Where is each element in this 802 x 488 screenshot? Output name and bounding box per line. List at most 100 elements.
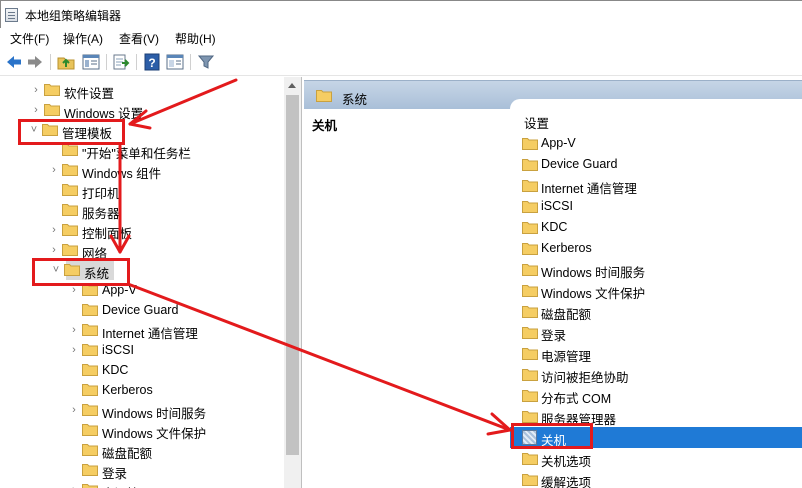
scrollbar-thumb[interactable] (286, 95, 299, 455)
tree-scrollbar[interactable] (284, 77, 301, 488)
tree-item[interactable]: › Windows 时间服务 (0, 400, 284, 421)
chevron-right-icon[interactable]: › (68, 403, 80, 417)
list-item[interactable]: 电源管理 (510, 343, 802, 364)
folder-icon (522, 222, 538, 234)
menu-view[interactable]: 查看(V) (119, 30, 159, 47)
chevron-right-icon[interactable]: › (68, 283, 80, 297)
list-item-label: 关机 (541, 434, 567, 448)
menu-file[interactable]: 文件(F) (10, 30, 49, 47)
folder-icon (62, 244, 78, 256)
properties-icon[interactable] (166, 53, 184, 71)
chevron-right-icon[interactable]: › (68, 323, 80, 337)
list-item[interactable]: 磁盘配额 (510, 301, 802, 322)
filter-icon[interactable] (197, 53, 215, 71)
tree-item[interactable]: 服务器 (0, 200, 284, 221)
tree-item[interactable]: Windows 文件保护 (0, 420, 284, 441)
list-item[interactable]: 服务器管理器 (510, 406, 802, 427)
list-item[interactable]: Internet 通信管理 (510, 175, 802, 196)
folder-icon (522, 453, 538, 465)
folder-icon (82, 484, 98, 488)
tree-item[interactable]: ˅ 管理模板 (0, 120, 284, 141)
menu-action[interactable]: 操作(A) (63, 30, 103, 47)
list-item[interactable]: Device Guard (510, 154, 802, 175)
window-title: 本地组策略编辑器 (25, 9, 122, 23)
tree-item-label: 电源管理 (102, 483, 152, 488)
tree-item[interactable]: › Windows 组件 (0, 160, 284, 181)
chevron-right-icon[interactable]: › (30, 103, 42, 117)
chevron-right-icon[interactable]: › (30, 83, 42, 97)
up-folder-icon[interactable] (57, 53, 75, 71)
title-bar: 本地组策略编辑器 (0, 0, 802, 28)
list-item-label: KDC (541, 220, 568, 234)
folder-icon (522, 264, 538, 276)
folder-icon (82, 444, 98, 456)
tree-item[interactable]: › 电源管理 (0, 480, 284, 488)
list-item[interactable]: Windows 文件保护 (510, 280, 802, 301)
list-item-label: 电源管理 (541, 350, 592, 364)
folder-icon (522, 390, 538, 402)
chevron-right-icon[interactable]: › (48, 163, 60, 177)
folder-icon (522, 285, 538, 297)
folder-icon (62, 184, 78, 196)
folder-icon (522, 159, 538, 171)
export-list-icon[interactable] (112, 53, 130, 71)
chevron-right-icon[interactable]: › (68, 483, 80, 488)
policy-setting-icon (522, 430, 537, 445)
folder-icon (522, 411, 538, 423)
tree-item[interactable]: 打印机 (0, 180, 284, 201)
tree-item[interactable]: › 软件设置 (0, 80, 284, 101)
tree-item-label: App-V (102, 283, 137, 297)
chevron-right-icon[interactable]: › (48, 243, 60, 257)
tree-item-label: Kerberos (102, 383, 153, 397)
back-arrow-icon[interactable] (5, 53, 23, 71)
tree-item[interactable]: › Internet 通信管理 (0, 320, 284, 341)
list-item-label: 访问被拒绝协助 (541, 371, 629, 385)
tree-item[interactable]: › 控制面板 (0, 220, 284, 241)
tree-item[interactable]: "开始"菜单和任务栏 (0, 140, 284, 161)
setting-row[interactable]: 关机 (510, 427, 802, 448)
tree-item[interactable]: 登录 (0, 460, 284, 481)
list-item[interactable]: 关机选项 (510, 448, 802, 469)
list-item[interactable]: Kerberos (510, 238, 802, 259)
list-item[interactable]: 登录 (510, 322, 802, 343)
tree-item[interactable]: Device Guard (0, 300, 284, 320)
chevron-down-icon[interactable]: ˅ (28, 123, 40, 137)
list-item-label: 登录 (541, 329, 567, 343)
forward-arrow-icon[interactable] (26, 53, 44, 71)
column-header-setting[interactable]: 设置 (524, 113, 549, 132)
svg-text:?: ? (148, 56, 155, 70)
list-item-label: 磁盘配额 (541, 308, 592, 322)
show-hide-tree-icon[interactable] (82, 53, 100, 71)
list-item[interactable]: 分布式 COM (510, 385, 802, 406)
chevron-down-icon[interactable]: ˅ (50, 263, 62, 277)
menu-help[interactable]: 帮助(H) (175, 30, 216, 47)
tree-item[interactable]: Kerberos (0, 380, 284, 400)
gpedit-app-icon (5, 8, 18, 22)
folder-icon (82, 284, 98, 296)
folder-icon (82, 424, 98, 436)
folder-icon (82, 384, 98, 396)
navigation-tree: › 软件设置 › Windows 设置 ˅ 管理模板 "开始"菜单和任务栏 › Windows … (0, 77, 302, 488)
folder-icon (64, 264, 80, 276)
list-item[interactable]: 缓解选项 (510, 469, 802, 488)
tree-item[interactable]: ˅ 系统 (0, 260, 284, 281)
tree-item[interactable]: › 网络 (0, 240, 284, 261)
list-item[interactable]: App-V (510, 133, 802, 154)
chevron-right-icon (48, 143, 60, 157)
scroll-up-arrow-icon[interactable] (288, 83, 296, 88)
list-item[interactable]: Windows 时间服务 (510, 259, 802, 280)
chevron-right-icon[interactable]: › (48, 223, 60, 237)
list-item[interactable]: iSCSI (510, 196, 802, 217)
tree-item[interactable]: › App-V (0, 280, 284, 300)
folder-icon (522, 474, 538, 486)
tree-item[interactable]: 磁盘配额 (0, 440, 284, 461)
list-item[interactable]: 访问被拒绝协助 (510, 364, 802, 385)
list-item[interactable]: KDC (510, 217, 802, 238)
tree-item[interactable]: › Windows 设置 (0, 100, 284, 121)
chevron-right-icon[interactable]: › (68, 343, 80, 357)
tree-item[interactable]: KDC (0, 360, 284, 380)
chevron-right-icon (68, 423, 80, 437)
tree-item[interactable]: › iSCSI (0, 340, 284, 360)
folder-icon (44, 84, 60, 96)
help-icon[interactable]: ? (143, 53, 161, 71)
